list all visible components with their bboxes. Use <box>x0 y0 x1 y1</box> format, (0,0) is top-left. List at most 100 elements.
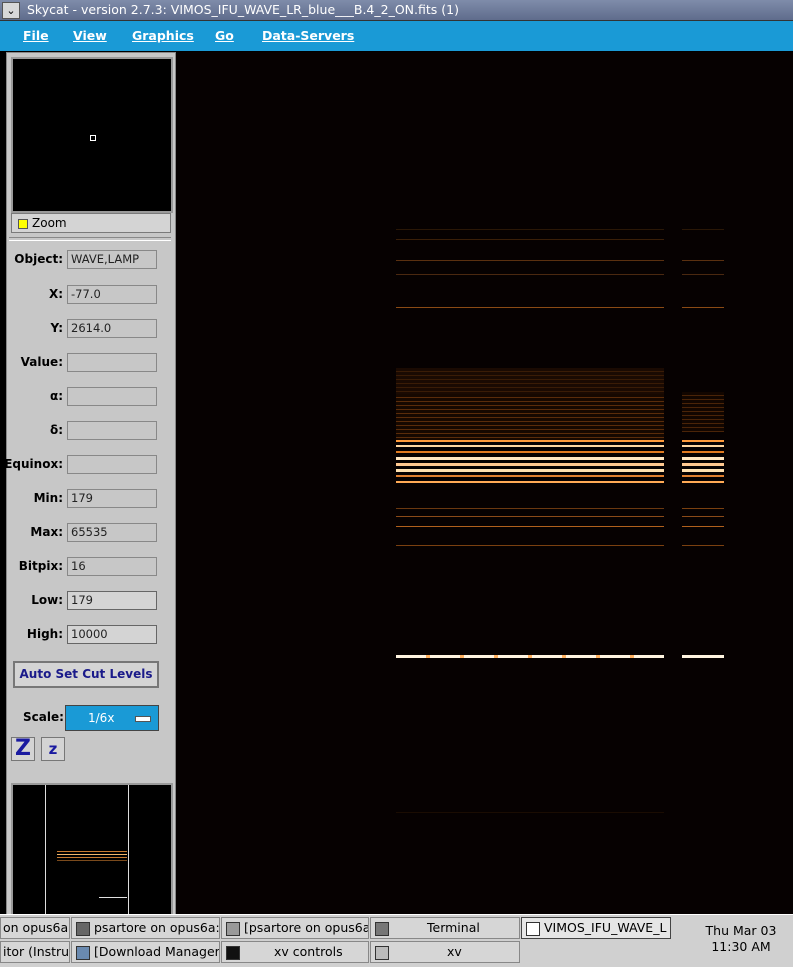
taskbar-item-label: VIMOS_IFU_WAVE_L <box>544 920 667 935</box>
menu-graphics[interactable]: Graphics <box>132 28 194 43</box>
terminal-icon <box>226 921 240 936</box>
image-thumbnail[interactable] <box>11 783 173 919</box>
taskbar-item-label: xv controls <box>274 944 343 959</box>
taskbar-item-label: psartore on opus6a: /h <box>94 920 220 935</box>
taskbar-item-active[interactable]: VIMOS_IFU_WAVE_L <box>521 917 671 939</box>
scale-label: Scale: <box>23 710 64 724</box>
spectrum-line <box>682 475 724 477</box>
spectrum-line <box>682 481 724 483</box>
spectrum-line <box>396 307 664 308</box>
divider <box>9 237 171 241</box>
spectrum-line <box>682 260 724 261</box>
zoom-in-button[interactable]: Z <box>11 737 35 761</box>
taskbar-item[interactable]: psartore on opus6a: /h <box>71 917 220 939</box>
spectrum-line <box>396 440 664 442</box>
spectrum-band <box>682 392 724 432</box>
image-canvas[interactable] <box>176 52 793 914</box>
menu-go[interactable]: Go <box>215 28 234 43</box>
spectrum-line <box>396 229 664 230</box>
taskbar-item[interactable]: xv <box>370 941 520 963</box>
thumbnail-line <box>57 854 127 855</box>
low-cut-input[interactable]: 179 <box>67 591 157 610</box>
thumbnail-line <box>57 857 127 858</box>
scale-menu[interactable]: 1/6x <box>65 705 159 731</box>
max-label: Max: <box>30 525 63 539</box>
thumbnail-line <box>57 851 127 852</box>
xv-icon <box>375 945 389 960</box>
spectrum-line <box>396 445 664 447</box>
clock-time: 11:30 AM <box>711 939 771 954</box>
menu-data-servers[interactable]: Data-Servers <box>262 28 354 43</box>
bitpix-label: Bitpix: <box>18 559 63 573</box>
x-field: -77.0 <box>67 285 157 304</box>
window-menu-icon[interactable]: ⌄ <box>2 2 20 19</box>
value-field <box>67 353 157 372</box>
menu-file[interactable]: File <box>23 28 49 43</box>
equinox-label: Equinox: <box>4 457 63 471</box>
equinox-field <box>67 455 157 474</box>
clock-date: Thu Mar 03 <box>705 923 777 938</box>
object-label: Object: <box>14 252 63 266</box>
menu-view[interactable]: View <box>73 28 107 43</box>
spectrum-line <box>682 457 724 460</box>
max-field: 65535 <box>67 523 157 542</box>
taskbar-item[interactable]: Terminal <box>370 917 520 939</box>
thumbnail-line <box>57 860 127 861</box>
thumbnail-frame <box>45 785 129 915</box>
terminal-icon <box>76 921 90 936</box>
zoom-out-button[interactable]: z <box>41 737 65 761</box>
spectrum-line <box>682 463 724 466</box>
taskbar-item-label: [psartore on opus6a: / <box>244 920 369 935</box>
spectrum-line <box>396 655 664 658</box>
taskbar-item[interactable]: [Download Manager] <box>71 941 220 963</box>
taskbar-item[interactable]: [psartore on opus6a: / <box>221 917 369 939</box>
spectrum-line <box>682 274 724 275</box>
spectrum-line <box>682 655 724 658</box>
spectrum-band <box>396 394 664 440</box>
menu-bar: File View Graphics Go Data-Servers <box>0 21 793 51</box>
auto-set-cut-levels-button[interactable]: Auto Set Cut Levels <box>13 661 159 688</box>
spectrum-line <box>396 469 664 472</box>
spectrum-line <box>396 260 664 261</box>
spectrum-line <box>682 469 724 472</box>
spectrum-line <box>396 545 664 546</box>
toggle-indicator-icon <box>18 219 28 229</box>
spectrum-line <box>682 229 724 230</box>
clock[interactable]: Thu Mar 03 11:30 AM <box>696 923 786 955</box>
spectrum-line <box>396 526 664 527</box>
x-label: X: <box>48 287 63 301</box>
taskbar-item[interactable]: itor (Instrum <box>0 941 70 963</box>
high-label: High: <box>26 627 63 641</box>
taskbar-item-label: xv <box>447 944 462 959</box>
min-label: Min: <box>33 491 63 505</box>
delta-label: δ: <box>49 423 63 437</box>
pan-cursor[interactable] <box>90 135 96 141</box>
spectrum-line <box>396 463 664 466</box>
taskbar-item[interactable]: xv controls <box>221 941 369 963</box>
option-menu-indicator-icon <box>135 716 151 722</box>
spectrum-line <box>396 516 664 517</box>
control-panel: Zoom Object: WAVE,LAMP X: -77.0 Y: 2614.… <box>4 52 176 919</box>
taskbar-item[interactable]: on opus6a: / <box>0 917 70 939</box>
spectrum-line <box>396 812 664 813</box>
spectrum-line <box>682 516 724 517</box>
taskbar-item-label: [Download Manager] <box>94 944 220 959</box>
zoom-toggle[interactable]: Zoom <box>11 213 171 233</box>
spectrum-line <box>682 440 724 442</box>
zoom-label: Zoom <box>32 216 67 230</box>
low-label: Low: <box>31 593 63 607</box>
document-icon <box>526 921 540 936</box>
spectrum-line <box>682 508 724 509</box>
pan-window[interactable] <box>11 57 173 213</box>
download-icon <box>76 945 90 960</box>
delta-field <box>67 421 157 440</box>
spectrum-line <box>682 307 724 308</box>
spectrum-band <box>396 368 664 394</box>
high-cut-input[interactable]: 10000 <box>67 625 157 644</box>
alpha-field <box>67 387 157 406</box>
spectrum-line <box>396 481 664 483</box>
spectrum-line <box>682 545 724 546</box>
xv-icon <box>226 945 240 960</box>
object-field: WAVE,LAMP <box>67 250 157 269</box>
title-bar[interactable]: ⌄ Skycat - version 2.7.3: VIMOS_IFU_WAVE… <box>0 0 793 21</box>
